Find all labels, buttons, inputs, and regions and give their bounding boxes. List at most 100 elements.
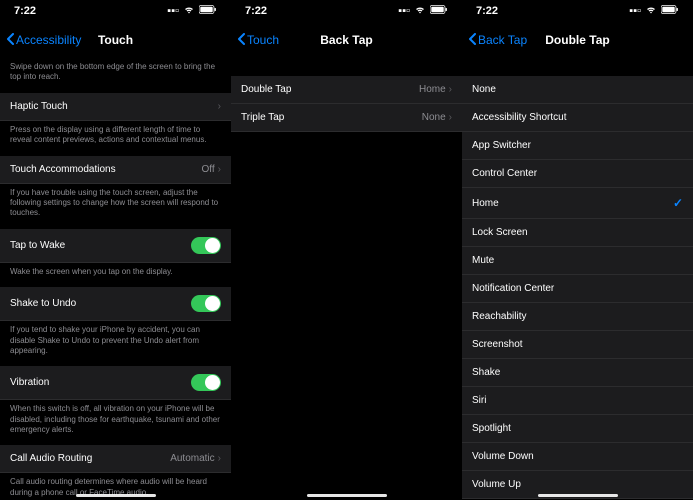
option-row[interactable]: Spotlight — [462, 415, 693, 443]
option-label: Spotlight — [472, 423, 511, 434]
option-label: Notification Center — [472, 283, 554, 294]
chevron-left-icon — [237, 33, 245, 48]
option-row[interactable]: Volume Down — [462, 443, 693, 471]
row-label: Touch Accommodations — [10, 164, 116, 175]
screen-back-tap: 7:22 ▪▪▫ Touch Back Tap Double Tap Home … — [231, 0, 462, 500]
option-label: Volume Up — [472, 479, 521, 490]
option-label: Home — [472, 198, 499, 209]
status-time: 7:22 — [14, 5, 36, 17]
wifi-icon — [183, 5, 195, 17]
wifi-icon — [414, 5, 426, 17]
back-button[interactable]: Accessibility — [6, 33, 81, 48]
accomm-desc: If you have trouble using the touch scre… — [0, 184, 231, 229]
option-label: Volume Down — [472, 451, 534, 462]
row-value: None — [422, 112, 446, 123]
shake-to-undo-row: Shake to Undo — [0, 287, 231, 321]
chevron-right-icon: › — [218, 101, 221, 112]
touch-accommodations-row[interactable]: Touch Accommodations Off › — [0, 156, 231, 184]
option-row[interactable]: App Switcher — [462, 132, 693, 160]
option-row[interactable]: Lock Screen — [462, 219, 693, 247]
option-row[interactable]: Accessibility Shortcut — [462, 104, 693, 132]
check-icon: ✓ — [673, 196, 683, 210]
option-label: Lock Screen — [472, 227, 528, 238]
chevron-left-icon — [6, 33, 14, 48]
tap-to-wake-row: Tap to Wake — [0, 229, 231, 263]
option-label: Accessibility Shortcut — [472, 112, 566, 123]
option-row[interactable]: None — [462, 76, 693, 104]
signal-icon: ▪▪▫ — [398, 5, 410, 17]
status-icons: ▪▪▫ — [629, 5, 679, 17]
row-label: Call Audio Routing — [10, 453, 92, 464]
nav-bar: Touch Back Tap — [231, 22, 462, 58]
status-icons: ▪▪▫ — [398, 5, 448, 17]
haptic-desc: Press on the display using a different l… — [0, 121, 231, 156]
option-label: Control Center — [472, 168, 537, 179]
row-value: Home — [419, 84, 446, 95]
chevron-right-icon: › — [218, 164, 221, 175]
status-icons: ▪▪▫ — [167, 5, 217, 17]
shake-desc: If you tend to shake your iPhone by acci… — [0, 321, 231, 366]
home-indicator[interactable] — [76, 494, 156, 497]
triple-tap-row[interactable]: Triple Tap None › — [231, 104, 462, 132]
tapwake-desc: Wake the screen when you tap on the disp… — [0, 263, 231, 287]
chevron-right-icon: › — [449, 112, 452, 123]
option-label: None — [472, 84, 496, 95]
status-bar: 7:22 ▪▪▫ — [462, 0, 693, 22]
nav-bar: Accessibility Touch — [0, 22, 231, 58]
home-indicator[interactable] — [538, 494, 618, 497]
row-label: Tap to Wake — [10, 240, 65, 251]
chevron-right-icon: › — [218, 453, 221, 464]
call-audio-routing-row[interactable]: Call Audio Routing Automatic › — [0, 445, 231, 473]
toggle-switch[interactable] — [191, 374, 221, 391]
nav-bar: Back Tap Double Tap — [462, 22, 693, 58]
vibration-row: Vibration — [0, 366, 231, 400]
status-time: 7:22 — [476, 5, 498, 17]
option-row[interactable]: Screenshot — [462, 331, 693, 359]
battery-icon — [430, 5, 448, 17]
option-label: App Switcher — [472, 140, 531, 151]
row-label: Double Tap — [241, 84, 291, 95]
vibration-desc: When this switch is off, all vibration o… — [0, 400, 231, 445]
content: Double Tap Home › Triple Tap None › — [231, 58, 462, 500]
option-label: Mute — [472, 255, 494, 266]
back-label: Accessibility — [16, 33, 81, 47]
back-button[interactable]: Touch — [237, 33, 279, 48]
row-value: Automatic — [170, 453, 214, 464]
home-indicator[interactable] — [307, 494, 387, 497]
back-label: Touch — [247, 33, 279, 47]
row-value: Off — [202, 164, 215, 175]
option-row[interactable]: Shake — [462, 359, 693, 387]
haptic-touch-row[interactable]: Haptic Touch › — [0, 93, 231, 121]
battery-icon — [199, 5, 217, 17]
back-button[interactable]: Back Tap — [468, 33, 527, 48]
row-label: Shake to Undo — [10, 298, 76, 309]
double-tap-row[interactable]: Double Tap Home › — [231, 76, 462, 104]
option-row[interactable]: Notification Center — [462, 275, 693, 303]
back-label: Back Tap — [478, 33, 527, 47]
battery-icon — [661, 5, 679, 17]
option-label: Reachability — [472, 311, 526, 322]
status-time: 7:22 — [245, 5, 267, 17]
status-bar: 7:22 ▪▪▫ — [231, 0, 462, 22]
wifi-icon — [645, 5, 657, 17]
content: Swipe down on the bottom edge of the scr… — [0, 58, 231, 500]
option-row[interactable]: Mute — [462, 247, 693, 275]
option-row[interactable]: Home ✓ — [462, 188, 693, 219]
signal-icon: ▪▪▫ — [629, 5, 641, 17]
content: None Accessibility Shortcut App Switcher Co… — [462, 58, 693, 500]
status-bar: 7:22 ▪▪▫ — [0, 0, 231, 22]
option-label: Screenshot — [472, 339, 523, 350]
row-label: Haptic Touch — [10, 101, 68, 112]
chevron-right-icon: › — [449, 84, 452, 95]
option-label: Siri — [472, 395, 486, 406]
option-row[interactable]: Reachability — [462, 303, 693, 331]
option-row[interactable]: Control Center — [462, 160, 693, 188]
row-label: Vibration — [10, 377, 49, 388]
toggle-switch[interactable] — [191, 295, 221, 312]
reachability-desc: Swipe down on the bottom edge of the scr… — [0, 58, 231, 93]
option-label: Shake — [472, 367, 500, 378]
toggle-switch[interactable] — [191, 237, 221, 254]
row-label: Triple Tap — [241, 112, 284, 123]
option-row[interactable]: Siri — [462, 387, 693, 415]
screen-double-tap: 7:22 ▪▪▫ Back Tap Double Tap None Accessi… — [462, 0, 693, 500]
